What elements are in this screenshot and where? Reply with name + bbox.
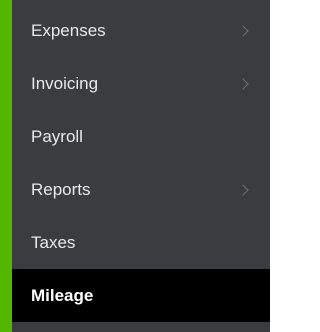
sidebar-item-label: Expenses (31, 20, 106, 40)
sidebar-item-label: Payroll (31, 126, 83, 146)
sidebar-item-reports[interactable]: Reports (12, 163, 270, 216)
sidebar-item-label: Mileage (31, 285, 94, 305)
chevron-right-icon (237, 183, 249, 196)
sidebar-item-payroll[interactable]: Payroll (12, 110, 270, 163)
sidebar-bottom-strip (12, 322, 270, 332)
sidebar-item-expenses[interactable]: Expenses (12, 4, 270, 57)
sidebar-item-label: Invoicing (31, 73, 99, 93)
sidebar-item-label: Reports (31, 179, 91, 199)
sidebar-item-mileage[interactable]: Mileage (12, 269, 270, 322)
chevron-right-icon (237, 77, 249, 90)
sidebar-accent-bar (0, 0, 12, 332)
sidebar-item-taxes[interactable]: Taxes (12, 216, 270, 269)
chevron-right-icon (237, 24, 249, 37)
sidebar-nav: Expenses Invoicing Payroll Reports Taxes… (12, 0, 270, 332)
screen: Expenses Invoicing Payroll Reports Taxes… (0, 0, 294, 332)
sidebar-item-invoicing[interactable]: Invoicing (12, 57, 270, 110)
sidebar-item-label: Taxes (31, 232, 76, 252)
